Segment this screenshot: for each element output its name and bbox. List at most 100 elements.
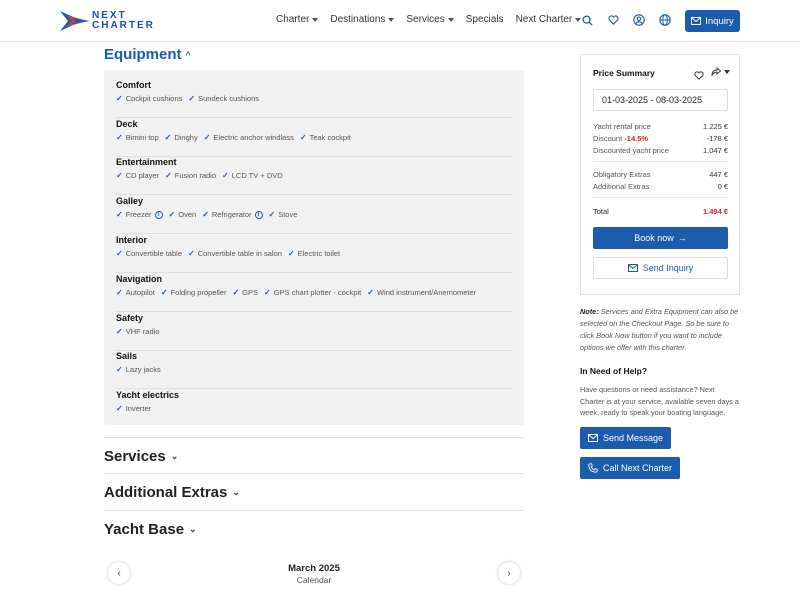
calendar-subtitle: Calendar	[296, 575, 332, 585]
help-text: Have questions or need assistance? Next …	[580, 385, 739, 417]
equipment-item: ✓ CD player	[116, 171, 160, 180]
chevron-down-icon: ⌄	[170, 451, 179, 461]
envelope-icon	[588, 434, 598, 442]
heart-icon[interactable]	[606, 13, 620, 27]
total-value: 1.494 €	[702, 207, 728, 216]
check-icon: ✓	[264, 288, 271, 297]
equipment-item: ✓ Electric anchor windlass	[203, 133, 294, 142]
send-message-label: Send Message	[603, 433, 664, 443]
send-inquiry-button[interactable]: Send Inquiry	[593, 257, 728, 279]
equipment-group-title: Sails	[116, 351, 138, 361]
nav-charter-label: Charter	[276, 14, 310, 25]
equipment-group: Safety ✓ VHF radio	[116, 313, 512, 351]
nav-specials[interactable]: Specials	[466, 14, 504, 25]
check-icon: ✓	[116, 249, 123, 258]
check-icon: ✓	[202, 210, 209, 219]
check-icon: ✓	[160, 288, 168, 297]
calendar-month: March 2025	[288, 563, 340, 574]
logo-text-bottom: CHARTER	[92, 20, 155, 31]
equipment-title: Equipment	[104, 46, 182, 63]
services-toggle[interactable]: Services ⌄	[104, 437, 524, 465]
equipment-item: ✓ GPS chart plotter - cockpit	[264, 288, 362, 297]
equipment-toggle[interactable]: Equipment ^	[104, 46, 191, 63]
book-now-button[interactable]: Book now →	[593, 227, 728, 249]
check-icon: ✓	[116, 94, 123, 103]
divider	[593, 161, 728, 162]
check-icon: ✓	[222, 171, 229, 180]
price-row-discounted: Discounted yacht price 1.047 €	[593, 146, 728, 155]
equipment-group-title: Safety	[116, 313, 144, 323]
call-button[interactable]: Call Next Charter	[580, 457, 681, 479]
info-icon[interactable]: i	[254, 210, 263, 219]
divider	[593, 197, 728, 198]
equipment-group: Interior ✓ Convertible table ✓ Convertible…	[116, 235, 512, 273]
equipment-item: ✓ Bimini top	[116, 133, 159, 142]
chevron-down-icon	[724, 69, 730, 74]
check-icon: ✓	[116, 171, 123, 180]
rental-label: Yacht rental price	[593, 122, 651, 131]
heart-icon[interactable]	[694, 67, 704, 85]
obligatory-value: 447 €	[709, 170, 728, 179]
globe-icon[interactable]	[658, 13, 672, 27]
discounted-label: Discounted yacht price	[593, 146, 669, 155]
equipment-group-title: Navigation	[116, 274, 163, 284]
equipment-item: ✓ Sundeck cushions	[188, 94, 259, 103]
check-icon: ✓	[188, 249, 195, 258]
equipment-group-title: Yacht electrics	[116, 390, 180, 400]
arrow-right-icon: →	[677, 233, 687, 243]
check-icon: ✓	[116, 327, 123, 336]
total-label: Total	[593, 207, 609, 216]
info-icon[interactable]: i	[154, 210, 163, 219]
additional-label: Additional Extras	[593, 182, 650, 191]
inquiry-button[interactable]: Inquiry	[685, 10, 740, 32]
price-row-obligatory: Obligatory Extras 447 €	[593, 170, 728, 179]
date-range-field[interactable]: 01-03-2025 - 08-03-2025	[593, 89, 728, 111]
site-header: NEXT CHARTER Charter Destinations Servic…	[0, 0, 800, 42]
equipment-item: ✓ Autopilot	[116, 288, 155, 297]
price-row-rental: Yacht rental price 1.225 €	[593, 122, 728, 131]
discounted-value: 1.047 €	[702, 146, 728, 155]
yacht-base-title: Yacht Base	[104, 521, 185, 538]
send-message-button[interactable]: Send Message	[580, 427, 672, 449]
equipment-item: ✓ Cockpit cushions	[116, 94, 183, 103]
checkout-note: Note: Services and Extra Equipment can a…	[580, 306, 742, 354]
chevron-down-icon	[388, 17, 395, 22]
equipment-panel: Comfort ✓ Cockpit cushions ✓ Sundeck cushi…	[104, 70, 524, 425]
check-icon: ✓	[116, 288, 123, 297]
additional-extras-toggle[interactable]: Additional Extras ⌄	[104, 473, 524, 501]
nav-destinations[interactable]: Destinations	[330, 14, 395, 25]
chevron-down-icon	[447, 17, 454, 22]
equipment-group-title: Galley	[116, 196, 144, 206]
equipment-item: ✓ VHF radio	[116, 327, 160, 336]
check-icon: ✓	[168, 210, 176, 219]
main-nav: Charter Destinations Services Specials N…	[276, 14, 593, 25]
note-lead: Note:	[580, 307, 599, 316]
equipment-group-title: Interior	[116, 235, 148, 245]
logo[interactable]: NEXT CHARTER	[60, 9, 155, 33]
share-icon[interactable]	[711, 67, 730, 76]
check-icon: ✓	[367, 288, 374, 297]
nav-charter[interactable]: Charter	[276, 14, 319, 25]
check-icon: ✓	[116, 133, 123, 142]
chevron-down-icon: ⌄	[232, 487, 240, 497]
logo-mark-icon	[60, 11, 90, 31]
equipment-group-title: Comfort	[116, 80, 151, 90]
search-icon[interactable]	[580, 13, 594, 27]
equipment-item: ✓ Inverter	[116, 404, 152, 413]
calendar-header: ‹ March 2025 Calendar ›	[104, 558, 524, 598]
note-text: Services and Extra Equipment can also be…	[580, 307, 739, 352]
check-icon: ✓	[116, 210, 123, 219]
envelope-icon	[691, 17, 702, 25]
calendar-next-button[interactable]: ›	[498, 562, 520, 584]
equipment-group: Yacht electrics ✓ Inverter	[116, 390, 512, 420]
check-icon: ✓	[268, 210, 276, 219]
nav-next-charter[interactable]: Next Charter	[516, 14, 582, 25]
nav-destinations-label: Destinations	[330, 14, 386, 25]
nav-services[interactable]: Services	[406, 14, 454, 25]
user-icon[interactable]	[632, 13, 646, 27]
chevron-right-icon: ›	[507, 567, 511, 579]
check-icon: ✓	[164, 133, 172, 142]
chevron-up-icon: ^	[185, 49, 191, 60]
yacht-base-toggle[interactable]: Yacht Base ⌄	[104, 510, 524, 538]
equipment-item: ✓ Stove	[268, 210, 298, 219]
